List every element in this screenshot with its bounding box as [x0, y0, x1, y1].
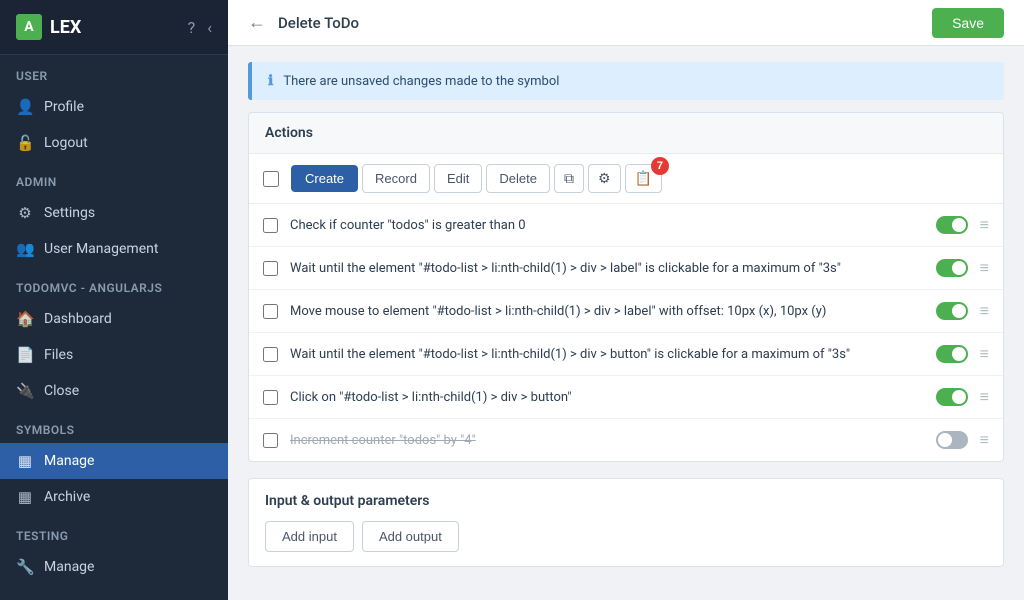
io-buttons: Add input Add output — [265, 521, 987, 552]
info-icon: ℹ — [268, 73, 273, 89]
drag-handle[interactable]: ≡ — [980, 387, 989, 407]
sidebar-item-symbols-manage[interactable]: ▦ Manage — [0, 443, 228, 479]
sidebar-item-dashboard[interactable]: 🏠 Dashboard — [0, 301, 228, 337]
sidebar-item-testing-manage[interactable]: 🔧 Manage — [0, 549, 228, 585]
action-row: Click on "#todo-list > li:nth-child(1) >… — [249, 376, 1003, 419]
page-title: Delete ToDo — [278, 14, 359, 32]
settings-action-button[interactable]: ⚙ — [588, 164, 621, 193]
section-title-testing: Testing — [0, 515, 228, 549]
content-area: ℹ There are unsaved changes made to the … — [228, 46, 1024, 600]
action-text: Move mouse to element "#todo-list > li:n… — [290, 304, 924, 319]
row-checkbox[interactable] — [263, 433, 278, 448]
sidebar-item-label: Logout — [44, 135, 88, 151]
main-content: ← Delete ToDo Save ℹ There are unsaved c… — [228, 0, 1024, 600]
manage-icon: ▦ — [16, 452, 34, 470]
io-section-title: Input & output parameters — [265, 493, 987, 509]
topbar: ← Delete ToDo Save — [228, 0, 1024, 46]
collapse-icon[interactable]: ‹ — [207, 18, 212, 37]
toggle-disabled[interactable] — [936, 431, 968, 449]
info-banner: ℹ There are unsaved changes made to the … — [248, 62, 1004, 100]
io-section-body: Input & output parameters Add input Add … — [249, 479, 1003, 566]
archive-icon: ▦ — [16, 488, 34, 506]
toggle-enabled[interactable] — [936, 259, 968, 277]
info-banner-text: There are unsaved changes made to the sy… — [283, 74, 559, 89]
sidebar-item-label: Manage — [44, 559, 94, 575]
sidebar-item-label: User Management — [44, 241, 158, 257]
action-row: Wait until the element "#todo-list > li:… — [249, 247, 1003, 290]
sidebar-item-label: Manage — [44, 453, 94, 469]
sidebar-item-profile[interactable]: 👤 Profile — [0, 89, 228, 125]
action-row: Wait until the element "#todo-list > li:… — [249, 333, 1003, 376]
save-button[interactable]: Save — [932, 8, 1004, 38]
action-text: Wait until the element "#todo-list > li:… — [290, 261, 924, 276]
sidebar-item-archive[interactable]: ▦ Archive — [0, 479, 228, 515]
select-all-checkbox[interactable] — [263, 171, 279, 187]
action-text: Wait until the element "#todo-list > li:… — [290, 347, 924, 362]
sidebar-item-logout[interactable]: 🔓 Logout — [0, 125, 228, 161]
sidebar-item-label: Close — [44, 383, 79, 399]
sidebar-header-icons: ? ‹ — [188, 18, 212, 37]
edit-button[interactable]: Edit — [434, 164, 482, 193]
section-title-todomvc: TodoMVC - Angularjs — [0, 267, 228, 301]
logo-box: A — [16, 14, 42, 40]
help-icon[interactable]: ? — [188, 18, 196, 37]
row-checkbox[interactable] — [263, 304, 278, 319]
testing-icon: 🔧 — [16, 558, 34, 576]
close-app-icon: 🔌 — [16, 382, 34, 400]
users-icon: 👥 — [16, 240, 34, 258]
row-checkbox[interactable] — [263, 347, 278, 362]
files-icon: 📄 — [16, 346, 34, 364]
action-text: Check if counter "todos" is greater than… — [290, 218, 924, 233]
sidebar-header: A LEX ? ‹ — [0, 0, 228, 55]
sidebar-item-label: Dashboard — [44, 311, 112, 327]
sidebar-item-label: Archive — [44, 489, 90, 505]
section-title-symbols: Symbols — [0, 409, 228, 443]
section-title-admin: Admin — [0, 161, 228, 195]
sidebar-item-close[interactable]: 🔌 Close — [0, 373, 228, 409]
drag-handle[interactable]: ≡ — [980, 258, 989, 278]
sidebar: A LEX ? ‹ User 👤 Profile 🔓 Logout Admin … — [0, 0, 228, 600]
sidebar-item-settings[interactable]: ⚙ Settings — [0, 195, 228, 231]
back-button[interactable]: ← — [248, 12, 266, 33]
row-checkbox[interactable] — [263, 390, 278, 405]
sidebar-item-user-management[interactable]: 👥 User Management — [0, 231, 228, 267]
action-text: Click on "#todo-list > li:nth-child(1) >… — [290, 390, 924, 405]
dashboard-icon: 🏠 — [16, 310, 34, 328]
sidebar-item-label: Settings — [44, 205, 95, 221]
settings-icon: ⚙ — [16, 204, 34, 222]
section-title-user: User — [0, 55, 228, 89]
sidebar-item-label: Files — [44, 347, 73, 363]
add-input-button[interactable]: Add input — [265, 521, 354, 552]
actions-section: Actions Create Record Edit Delete ⧉ ⚙ 📋 … — [248, 112, 1004, 462]
io-section: Input & output parameters Add input Add … — [248, 478, 1004, 567]
record-button[interactable]: Record — [362, 164, 430, 193]
drag-handle[interactable]: ≡ — [980, 215, 989, 235]
delete-button[interactable]: Delete — [486, 164, 550, 193]
toggle-enabled[interactable] — [936, 302, 968, 320]
copy-button[interactable]: ⧉ — [554, 164, 584, 193]
drag-handle[interactable]: ≡ — [980, 344, 989, 364]
badge-count: 7 — [651, 157, 669, 175]
action-text: Increment counter "todos" by "4" — [290, 433, 924, 448]
logout-icon: 🔓 — [16, 134, 34, 152]
action-row: Increment counter "todos" by "4" ≡ — [249, 419, 1003, 461]
actions-section-title: Actions — [249, 113, 1003, 154]
toggle-enabled[interactable] — [936, 345, 968, 363]
actions-toolbar: Create Record Edit Delete ⧉ ⚙ 📋 7 — [249, 154, 1003, 204]
create-button[interactable]: Create — [291, 165, 358, 192]
toggle-enabled[interactable] — [936, 388, 968, 406]
action-row: Move mouse to element "#todo-list > li:n… — [249, 290, 1003, 333]
profile-icon: 👤 — [16, 98, 34, 116]
sidebar-item-label: Profile — [44, 99, 84, 115]
sidebar-item-files[interactable]: 📄 Files — [0, 337, 228, 373]
drag-handle[interactable]: ≡ — [980, 301, 989, 321]
clipboard-button[interactable]: 📋 7 — [625, 164, 662, 193]
action-row: Check if counter "todos" is greater than… — [249, 204, 1003, 247]
row-checkbox[interactable] — [263, 261, 278, 276]
toggle-enabled[interactable] — [936, 216, 968, 234]
add-output-button[interactable]: Add output — [362, 521, 459, 552]
row-checkbox[interactable] — [263, 218, 278, 233]
drag-handle[interactable]: ≡ — [980, 430, 989, 450]
app-logo: A LEX — [16, 14, 81, 40]
